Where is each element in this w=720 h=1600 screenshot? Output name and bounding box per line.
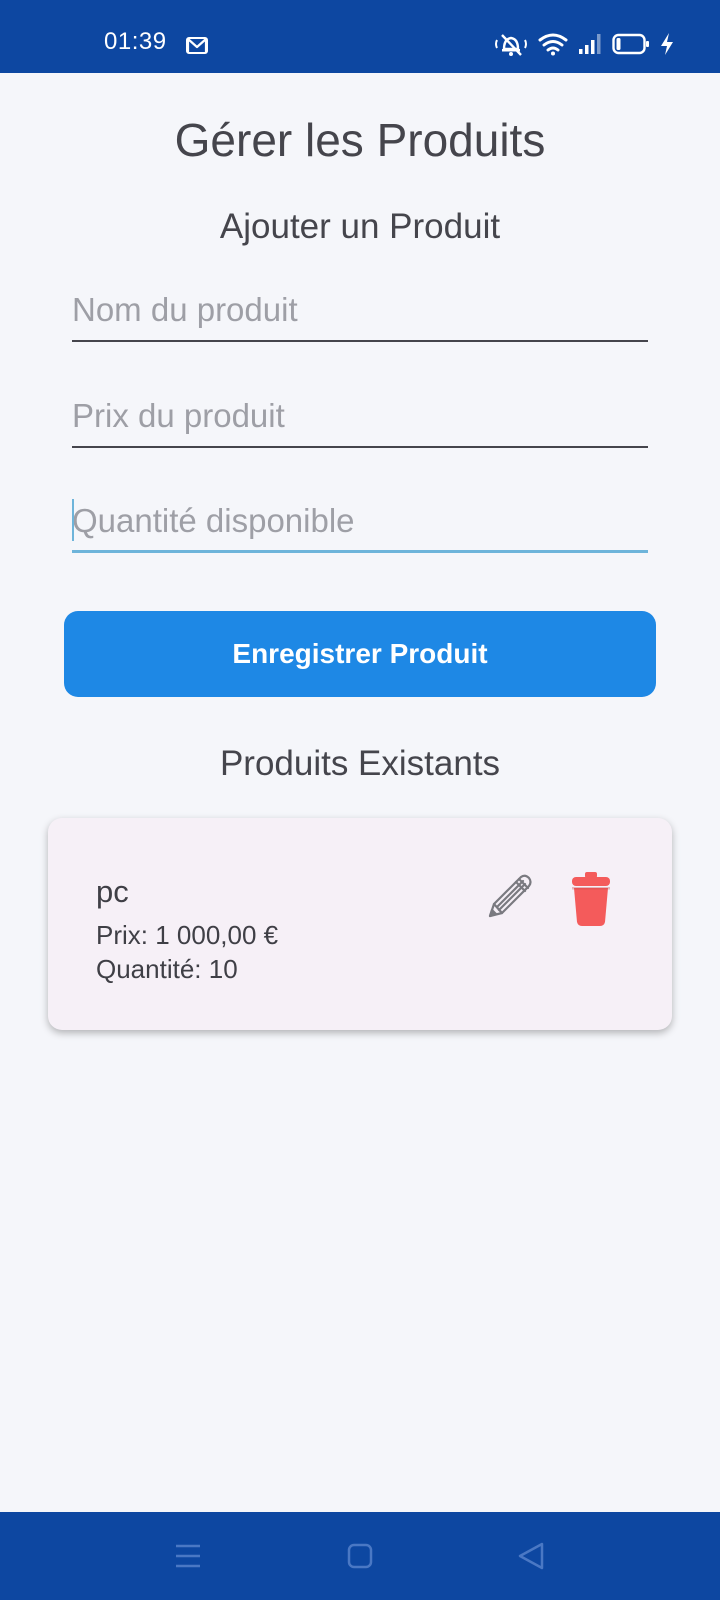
product-name: pc xyxy=(96,874,129,909)
menu-icon xyxy=(176,1544,200,1568)
page-title: Gérer les Produits xyxy=(174,114,546,166)
navigation-bar xyxy=(0,1512,720,1600)
product-name-input[interactable] xyxy=(72,280,648,342)
delete-product-button[interactable] xyxy=(566,870,616,928)
home-icon xyxy=(347,1543,373,1569)
status-icons xyxy=(494,30,674,58)
add-product-heading: Ajouter un Produit xyxy=(219,207,501,246)
product-name-field[interactable] xyxy=(72,280,648,342)
existing-products-heading: Produits Existants xyxy=(219,744,501,783)
product-price-field[interactable] xyxy=(72,386,648,448)
signal-icon xyxy=(579,34,601,54)
edit-product-button[interactable] xyxy=(476,868,538,930)
charging-icon xyxy=(661,33,673,55)
mail-icon xyxy=(186,37,208,54)
back-button[interactable] xyxy=(510,1534,554,1578)
mute-icon xyxy=(495,34,527,56)
product-quantity-field[interactable] xyxy=(72,491,648,553)
product-quantity: Quantité: 10 xyxy=(96,954,238,984)
product-card: pc Prix: 1 000,00 € Quantité: 10 xyxy=(48,818,672,1030)
save-product-button[interactable]: Enregistrer Produit xyxy=(64,611,656,697)
status-bar: 01:39 xyxy=(0,0,720,73)
text-cursor xyxy=(72,499,74,541)
status-time: 01:39 xyxy=(104,28,167,55)
product-quantity-input[interactable] xyxy=(72,491,648,553)
home-button[interactable] xyxy=(338,1534,382,1578)
product-price: Prix: 1 000,00 € xyxy=(96,920,279,950)
wifi-icon xyxy=(538,33,568,56)
recent-apps-button[interactable] xyxy=(166,1534,210,1578)
battery-icon xyxy=(612,33,649,55)
back-icon xyxy=(518,1542,544,1570)
product-price-input[interactable] xyxy=(72,386,648,448)
trash-icon xyxy=(572,872,610,926)
pencil-icon xyxy=(488,874,532,918)
